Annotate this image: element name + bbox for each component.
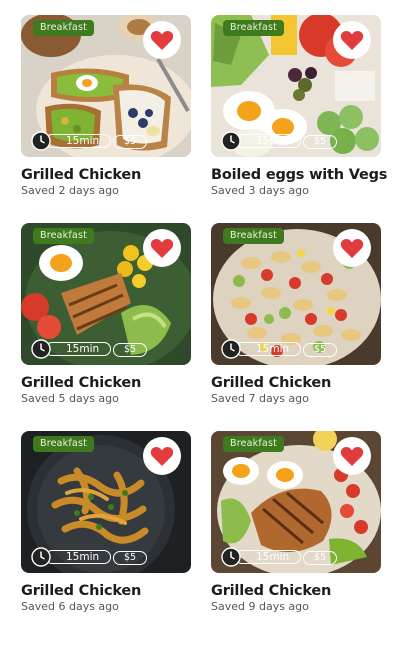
price-badge: $5 <box>113 343 147 357</box>
cook-time: 15min <box>221 131 303 151</box>
recipe-card[interactable]: Breakfast 15min $5 Grilled Chicken Saved… <box>21 15 191 197</box>
recipe-card[interactable]: Breakfast 15min $5 Grilled Chicken Saved… <box>21 223 191 405</box>
recipe-image[interactable]: Breakfast 15min $5 <box>21 15 191 157</box>
recipe-card[interactable]: Breakfast 15min $5 Boiled eggs with Vegs… <box>211 15 387 197</box>
cook-time-label: 15min <box>45 342 111 356</box>
clock-icon <box>31 339 51 359</box>
category-tag: Breakfast <box>223 20 285 36</box>
cook-time: 15min <box>31 131 113 151</box>
recipe-title[interactable]: Grilled Chicken <box>211 375 381 391</box>
recipe-title[interactable]: Grilled Chicken <box>21 167 191 183</box>
favorite-button[interactable] <box>333 21 371 59</box>
clock-icon <box>221 339 241 359</box>
saved-time: Saved 5 days ago <box>21 392 119 405</box>
saved-time: Saved 6 days ago <box>21 600 119 613</box>
price-badge: $5 <box>113 135 147 149</box>
favorite-button[interactable] <box>333 229 371 267</box>
favorite-button[interactable] <box>143 21 181 59</box>
clock-icon <box>31 547 51 567</box>
heart-icon <box>150 238 174 258</box>
heart-icon <box>150 446 174 466</box>
clock-icon <box>221 547 241 567</box>
recipe-title[interactable]: Grilled Chicken <box>21 375 191 391</box>
cook-time: 15min <box>221 547 303 567</box>
saved-time: Saved 3 days ago <box>211 184 309 197</box>
recipe-title[interactable]: Boiled eggs with Vegs <box>211 167 387 183</box>
favorite-button[interactable] <box>143 437 181 475</box>
recipe-image[interactable]: Breakfast 15min $5 <box>211 431 381 573</box>
category-tag: Breakfast <box>33 20 95 36</box>
heart-icon <box>150 30 174 50</box>
cook-time: 15min <box>31 547 113 567</box>
cook-time: 15min <box>221 339 303 359</box>
cook-time-label: 15min <box>45 550 111 564</box>
price-badge: $5 <box>113 551 147 565</box>
cook-time: 15min <box>31 339 113 359</box>
heart-icon <box>340 238 364 258</box>
cook-time-label: 15min <box>235 134 301 148</box>
recipe-card[interactable]: Breakfast 15min $5 Grilled Chicken Saved… <box>211 223 381 405</box>
cook-time-label: 15min <box>235 550 301 564</box>
category-tag: Breakfast <box>33 436 95 452</box>
clock-icon <box>221 131 241 151</box>
cook-time-label: 15min <box>45 134 111 148</box>
saved-time: Saved 9 days ago <box>211 600 309 613</box>
saved-time: Saved 7 days ago <box>211 392 309 405</box>
recipe-card[interactable]: Breakfast 15min $5 Grilled Chicken Saved… <box>21 431 191 613</box>
clock-icon <box>31 131 51 151</box>
recipe-image[interactable]: Breakfast 15min $5 <box>211 223 381 365</box>
price-badge: $5 <box>303 135 337 149</box>
recipe-title[interactable]: Grilled Chicken <box>21 583 191 599</box>
category-tag: Breakfast <box>223 228 285 244</box>
recipe-card[interactable]: Breakfast 15min $5 Grilled Chicken Saved… <box>211 431 381 613</box>
price-badge: $5 <box>303 343 337 357</box>
recipe-image[interactable]: Breakfast 15min $5 <box>21 431 191 573</box>
heart-icon <box>340 446 364 466</box>
saved-time: Saved 2 days ago <box>21 184 119 197</box>
recipe-image[interactable]: Breakfast 15min $5 <box>211 15 381 157</box>
favorite-button[interactable] <box>143 229 181 267</box>
cook-time-label: 15min <box>235 342 301 356</box>
category-tag: Breakfast <box>223 436 285 452</box>
heart-icon <box>340 30 364 50</box>
favorite-button[interactable] <box>333 437 371 475</box>
category-tag: Breakfast <box>33 228 95 244</box>
price-badge: $5 <box>303 551 337 565</box>
recipe-title[interactable]: Grilled Chicken <box>211 583 381 599</box>
recipe-image[interactable]: Breakfast 15min $5 <box>21 223 191 365</box>
